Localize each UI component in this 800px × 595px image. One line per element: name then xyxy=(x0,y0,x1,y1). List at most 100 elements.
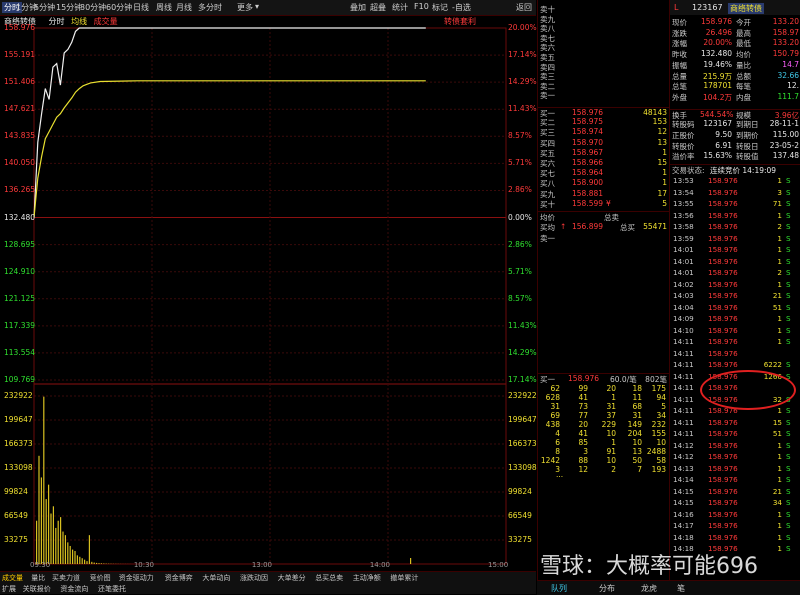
extension-tab-3[interactable]: 还笔委托 xyxy=(98,584,126,594)
status-row: 交易状态: 连续竞价 14:19:09 xyxy=(670,164,800,176)
volume-tick-label-right: 133098 xyxy=(508,463,536,472)
indicator-tab-6[interactable]: 大单动向 xyxy=(202,573,230,583)
tick-row: 14:01158.9762S xyxy=(670,268,800,277)
period-tab-3[interactable]: 15分钟 xyxy=(56,2,82,13)
right-tab-0[interactable]: 队列 xyxy=(551,583,567,594)
toolbar-right-1[interactable]: 超叠 xyxy=(370,2,386,13)
sell-level-row: 卖一 xyxy=(538,90,669,101)
tick-time: 14:11 xyxy=(673,406,694,415)
indicator-tab-5[interactable]: 资金博弈 xyxy=(165,573,193,583)
tick-price: 158.976 xyxy=(708,268,738,277)
period-tab-6[interactable]: 日线 xyxy=(133,2,149,13)
quote-panel: L 123167 商络转债 现价158.976今开133.20涨跌26.496最… xyxy=(669,0,800,594)
tick-price: 158.976 xyxy=(708,280,738,289)
toolbar-right-6[interactable]: 返回 xyxy=(516,2,532,13)
queue-cell: 20 xyxy=(568,420,588,429)
premium-label[interactable]: 转债套利 xyxy=(444,16,476,27)
highlight-circle xyxy=(700,370,796,410)
tick-row: 13:54158.9763S xyxy=(670,188,800,197)
tick-row: 14:01158.9761S xyxy=(670,245,800,254)
tick-volume: 1 xyxy=(750,257,782,266)
queue-cell: 31 xyxy=(622,411,642,420)
tick-side: S xyxy=(786,326,791,335)
tick-time: 14:04 xyxy=(673,303,694,312)
extension-tab-0[interactable]: 扩展 xyxy=(2,584,16,594)
period-tab-5[interactable]: 60分钟 xyxy=(106,2,132,13)
volume-bar xyxy=(103,563,104,564)
queue-price: 158.976 xyxy=(568,374,599,383)
toolbar-right-2[interactable]: 统计 xyxy=(392,2,408,13)
indicator-tab-2[interactable]: 买卖力道 xyxy=(52,573,80,583)
avg-buy-value: 156.899 xyxy=(572,222,603,231)
quote-key: 最低 xyxy=(736,38,751,49)
buy-level-volume: 1 xyxy=(662,148,667,157)
right-tab-2[interactable]: 龙虎 xyxy=(641,583,657,594)
toolbar-right-3[interactable]: F10 xyxy=(414,2,429,11)
toolbar-right-0[interactable]: 叠加 xyxy=(350,2,366,13)
indicator-tab-0[interactable]: 成交量 xyxy=(2,573,23,583)
period-tab-8[interactable]: 月线 xyxy=(176,2,192,13)
tick-time: 14:11 xyxy=(673,349,694,358)
pct-tick-label: 5.71% xyxy=(508,267,536,276)
indicator-tab-11[interactable]: 撤单累计 xyxy=(390,573,418,583)
volume-bar xyxy=(410,558,411,564)
tick-time: 14:16 xyxy=(673,510,694,519)
quote-key: 总量 xyxy=(672,71,687,82)
total-buy-value: 55471 xyxy=(643,222,667,231)
queue-cell: 628 xyxy=(540,393,560,402)
tick-time: 14:01 xyxy=(673,245,694,254)
indicator-tab-10[interactable]: 主动净额 xyxy=(353,573,381,583)
extension-tab-1[interactable]: 关联报价 xyxy=(23,584,51,594)
total-buy-label: 总买 xyxy=(620,222,635,233)
volume-bar xyxy=(89,535,90,564)
tick-price: 158.976 xyxy=(708,337,738,346)
queue-cell: 50 xyxy=(622,456,642,465)
queue-cell: 62 xyxy=(540,384,560,393)
tick-time: 14:11 xyxy=(673,372,694,381)
quote-key: 总笔 xyxy=(672,81,687,92)
indicator-tab-9[interactable]: 总买总卖 xyxy=(315,573,343,583)
extension-tab-2[interactable]: 资金流向 xyxy=(60,584,88,594)
quote-value: 133.20 xyxy=(758,38,799,47)
indicator-tab-1[interactable]: 量比 xyxy=(31,573,45,583)
quote-value: 115.00 xyxy=(758,130,799,139)
indicator-tab-4[interactable]: 资金驱动力 xyxy=(119,573,154,583)
volume-bar xyxy=(48,485,49,564)
quote-key: 转股日 xyxy=(736,141,759,152)
quote-key: 外盘 xyxy=(672,92,687,103)
volume-tick-label: 133098 xyxy=(4,463,33,472)
tick-price: 158.976 xyxy=(708,441,738,450)
buy-level-row[interactable]: 买十158.5995¥ xyxy=(538,199,669,210)
volume-tick-label: 66549 xyxy=(4,511,28,520)
indicator-tab-3[interactable]: 竞价图 xyxy=(90,573,111,583)
queue-cell: 20 xyxy=(596,384,616,393)
volume-bar xyxy=(94,563,95,564)
tick-volume: 1 xyxy=(750,533,782,542)
lot-flag: L xyxy=(674,3,678,12)
period-tab-10[interactable]: 更多 xyxy=(237,2,253,13)
quote-row: 现价158.976今开133.20 xyxy=(670,17,800,28)
tick-time: 13:56 xyxy=(673,211,694,220)
more-dropdown-icon[interactable]: ▾ xyxy=(255,2,259,11)
quote-value: 158.97 xyxy=(758,28,799,37)
period-tab-9[interactable]: 多分时 xyxy=(198,2,222,13)
tick-time: 13:53 xyxy=(673,176,694,185)
volume-tick-label: 33275 xyxy=(4,535,28,544)
quote-value: 178701 xyxy=(700,81,732,90)
right-tab-1[interactable]: 分布 xyxy=(599,583,615,594)
period-tab-4[interactable]: 30分钟 xyxy=(80,2,106,13)
tick-volume: 51 xyxy=(750,429,782,438)
queue-cell: 6 xyxy=(540,438,560,447)
indicator-tab-8[interactable]: 大单差分 xyxy=(278,573,306,583)
quote-key: 均价 xyxy=(736,49,751,60)
period-tab-7[interactable]: 周线 xyxy=(156,2,172,13)
volume-bar xyxy=(58,521,59,564)
tick-time: 14:18 xyxy=(673,533,694,542)
right-tab-3[interactable]: 笔 xyxy=(677,583,685,594)
buy-level-price: 158.976 xyxy=(572,108,603,117)
toolbar-right-5[interactable]: -自选 xyxy=(452,2,471,13)
period-tab-2[interactable]: 5分钟 xyxy=(34,2,55,13)
indicator-tab-7[interactable]: 涨跌动因 xyxy=(240,573,268,583)
toolbar-right-4[interactable]: 标记 xyxy=(432,2,448,13)
intraday-chart[interactable]: 商络转债 分时 均线 成交量 转债套利 158.976155.191151.40… xyxy=(0,16,536,571)
